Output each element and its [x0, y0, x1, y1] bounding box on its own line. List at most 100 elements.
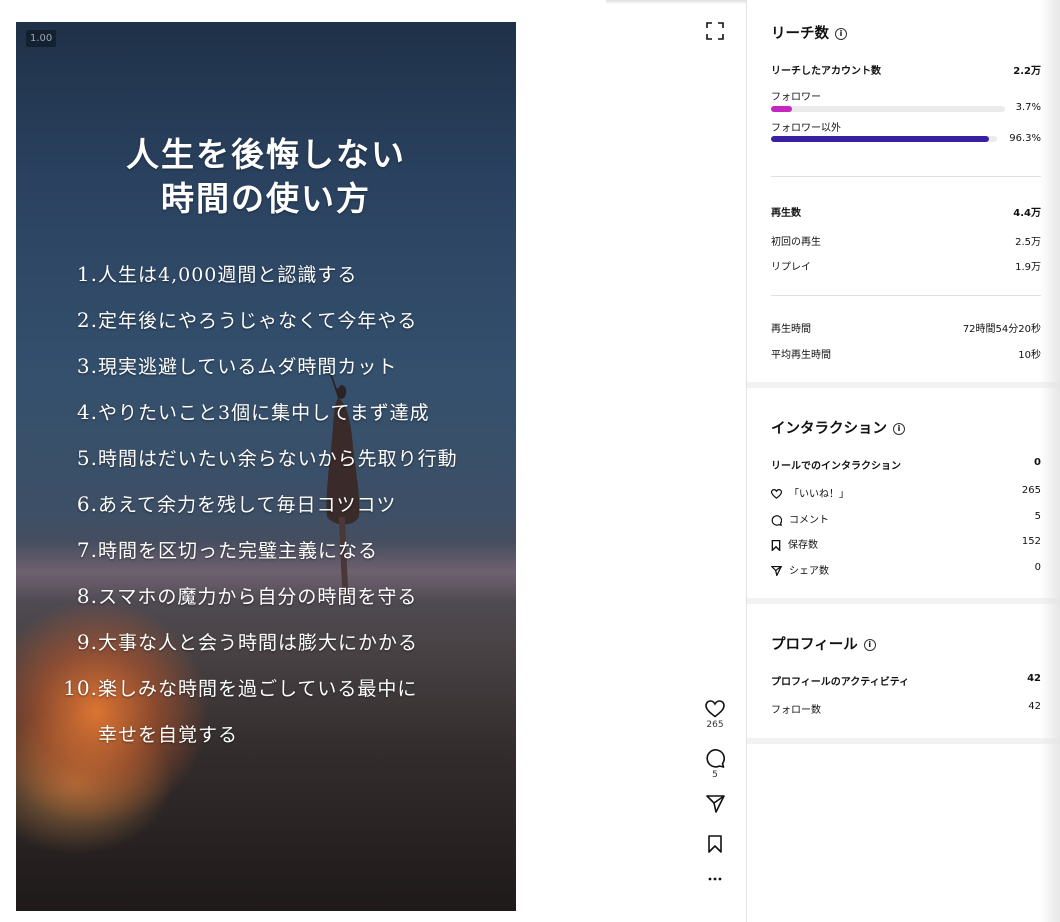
video-tip-text: スマホの魔力から自分の時間を守る	[98, 586, 418, 608]
video-tip-item: 10.楽しみな時間を過ごしている最中に	[16, 674, 417, 701]
initial-plays-value: 2.5万	[1015, 237, 1041, 248]
video-tip-number: 7.	[76, 538, 98, 562]
video-tip-text: 時間はだいたい余らないから先取り行動	[98, 448, 458, 470]
video-tip-item: 7.時間を区切った完璧主義になる	[16, 536, 378, 563]
heart-icon	[705, 700, 725, 718]
video-tip-number: 8.	[76, 584, 98, 608]
video-title-line1: 人生を後悔しない	[126, 135, 406, 174]
replay-label: リプレイ	[771, 262, 811, 273]
comments-label: コメント	[771, 511, 829, 526]
video-tip-item: 1.人生は4,000週間と認識する	[16, 260, 357, 287]
reel-video[interactable]: 1.00 人生を後悔しない 時間の使い方 1.人生は4,000週間と認識する 2.…	[16, 22, 516, 911]
profile-section: プロフィール i	[771, 633, 1041, 654]
reach-accounts-label: リーチしたアカウント数	[771, 66, 881, 77]
divider	[771, 295, 1041, 296]
bookmark-icon	[708, 835, 722, 853]
video-tip-item: 5.時間はだいたい余らないから先取り行動	[16, 444, 458, 471]
video-tip-number: 9.	[76, 630, 98, 654]
comment-count: 5	[712, 770, 718, 780]
info-icon[interactable]: i	[835, 28, 847, 40]
video-tip-text: 大事な人と会う時間は膨大にかかる	[98, 632, 419, 654]
profile-activity-value: 42	[1027, 673, 1041, 684]
video-tip-text: 人生は4,000週間と認識する	[98, 264, 358, 286]
video-tip-item: 幸せを自覚する	[16, 720, 238, 747]
video-tip-text: 楽しみな時間を過ごしている最中に	[98, 678, 418, 700]
followers-label: フォロワー	[771, 92, 821, 103]
profile-title: プロフィール i	[771, 633, 1041, 654]
bookmark-icon	[771, 539, 781, 551]
video-title-line2: 時間の使い方	[161, 179, 371, 218]
comments-label-text: コメント	[789, 515, 829, 526]
followers-bar	[771, 106, 1005, 112]
followers-bar-fill	[771, 106, 792, 112]
heart-icon	[771, 489, 782, 499]
video-tip-item: 2.定年後にやろうじゃなくて今年やる	[16, 306, 417, 333]
comment-icon	[706, 749, 725, 768]
section-separator	[747, 598, 1060, 604]
insights-panel: リーチ数 i リーチしたアカウント数 2.2万 フォロワー 3.7% フォロワー以…	[747, 0, 1060, 922]
shares-label: シェア数	[771, 562, 829, 577]
video-tip-number: 10.	[63, 676, 98, 700]
like-button[interactable]: 265	[690, 700, 740, 730]
page-edge-shadow	[1040, 0, 1060, 922]
video-tip-number: 6.	[76, 492, 98, 516]
reach-accounts-value: 2.2万	[1013, 66, 1041, 77]
plays-label: 再生数	[771, 208, 801, 219]
reel-interaction-label: リールでのインタラクション	[771, 461, 901, 472]
non-followers-label: フォロワー以外	[771, 123, 841, 134]
video-tip-item: 6.あえて余力を残して毎日コツコツ	[16, 490, 396, 517]
video-tip-number: 1.	[76, 262, 98, 286]
likes-label-text: 「いいね！」	[789, 489, 849, 500]
followers-pct: 3.7%	[1015, 102, 1041, 113]
avg-watch-value: 10秒	[1018, 350, 1041, 361]
non-followers-bar-fill	[771, 136, 989, 142]
share-icon	[771, 566, 782, 576]
video-tip-text: あえて余力を残して毎日コツコツ	[98, 494, 397, 516]
non-followers-pct: 96.3%	[1009, 133, 1041, 144]
like-count: 265	[706, 720, 724, 730]
saves-label: 保存数	[771, 536, 818, 551]
fullscreen-button[interactable]	[690, 22, 740, 40]
share-icon	[705, 795, 725, 813]
likes-label: 「いいね！」	[771, 485, 849, 500]
profile-activity-label: プロフィールのアクティビティ	[771, 677, 910, 688]
reach-section: リーチ数 i	[771, 22, 1041, 43]
comment-button[interactable]: 5	[690, 749, 740, 780]
more-options-button[interactable]	[690, 876, 740, 882]
video-tip-number: 3.	[76, 354, 98, 378]
info-icon[interactable]: i	[863, 639, 876, 651]
video-tip-item: 3.現実逃避しているムダ時間カット	[16, 352, 397, 379]
section-separator	[747, 382, 1060, 388]
fullscreen-icon	[706, 22, 724, 40]
saves-label-text: 保存数	[788, 540, 818, 551]
watch-time-label: 再生時間	[771, 324, 811, 335]
reach-title-text: リーチ数	[771, 26, 829, 42]
video-tip-text: 幸せを自覚する	[98, 724, 239, 746]
video-tip-number: 2.	[76, 308, 98, 332]
video-tip-text: 現実逃避しているムダ時間カット	[98, 356, 398, 378]
comment-icon	[771, 514, 782, 526]
avg-watch-label: 平均再生時間	[771, 350, 831, 361]
replay-value: 1.9万	[1015, 262, 1041, 273]
video-tip-item: 9.大事な人と会う時間は膨大にかかる	[16, 628, 418, 655]
divider	[771, 176, 1041, 177]
plays-value: 4.4万	[1013, 208, 1041, 219]
profile-title-text: プロフィール	[771, 637, 858, 653]
interaction-section: インタラクション i	[771, 417, 1041, 438]
non-followers-bar	[771, 136, 997, 142]
reach-title: リーチ数 i	[771, 22, 1041, 43]
share-button[interactable]	[690, 795, 740, 813]
section-separator	[747, 738, 1060, 744]
interaction-title-text: インタラクション	[771, 421, 887, 437]
shares-label-text: シェア数	[789, 566, 829, 577]
initial-plays-label: 初回の再生	[771, 237, 821, 248]
video-tip-text: やりたいこと3個に集中してまず達成	[98, 402, 430, 424]
reel-actions: 265 5	[690, 0, 740, 922]
video-tip-number: 4.	[76, 400, 98, 424]
saves-value: 152	[1021, 536, 1041, 547]
zoom-badge: 1.00	[26, 30, 57, 47]
save-button[interactable]	[690, 835, 740, 853]
interaction-title: インタラクション i	[771, 417, 1041, 438]
follows-label: フォロー数	[771, 705, 821, 716]
info-icon[interactable]: i	[893, 423, 905, 435]
